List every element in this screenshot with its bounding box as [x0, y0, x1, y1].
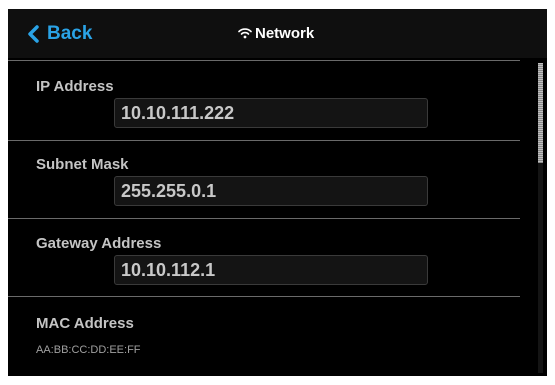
header-divider — [8, 60, 520, 61]
gateway-address-label: Gateway Address — [36, 235, 162, 252]
gateway-address-field[interactable]: 10.10.112.1 — [114, 255, 428, 285]
header-bar: Back Network — [8, 9, 547, 58]
subnet-mask-label: Subnet Mask — [36, 156, 129, 173]
page-title: Network — [238, 23, 314, 43]
subnet-mask-field[interactable]: 255.255.0.1 — [114, 176, 428, 206]
chevron-left-icon — [28, 25, 39, 43]
mac-address-value: AA:BB:CC:DD:EE:FF — [36, 344, 141, 356]
back-label: Back — [47, 23, 93, 44]
network-settings-screen: Back Network IP Address 10.10.111.222 Su… — [8, 9, 547, 376]
back-button[interactable]: Back — [26, 21, 92, 47]
section-divider — [8, 218, 520, 219]
ip-address-label: IP Address — [36, 78, 114, 95]
section-divider — [8, 296, 520, 297]
section-divider — [8, 140, 520, 141]
page-title-text: Network — [255, 24, 315, 42]
wifi-icon — [238, 28, 252, 39]
ip-address-field[interactable]: 10.10.111.222 — [114, 98, 428, 128]
scrollbar-thumb[interactable] — [538, 63, 543, 163]
scrollbar[interactable] — [538, 63, 543, 373]
mac-address-label: MAC Address — [36, 315, 134, 332]
